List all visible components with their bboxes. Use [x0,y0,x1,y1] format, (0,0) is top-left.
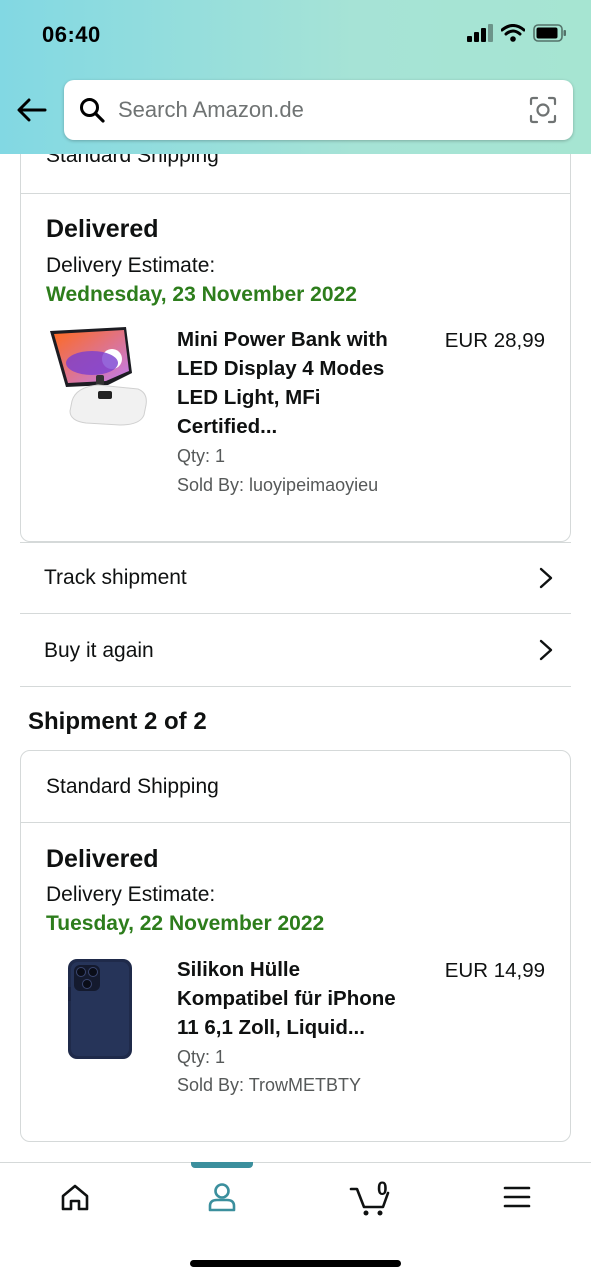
product-title[interactable]: Mini Power Bank with LED Display 4 Modes… [177,325,417,441]
menu-icon [503,1186,531,1213]
shipping-method: Standard Shipping [21,751,570,823]
product-price: EUR 28,99 [444,329,545,352]
product-title-line: Mini Power Bank with [177,328,388,351]
product-title[interactable]: Silikon Hülle Kompatibel für iPhone 11 6… [177,955,427,1042]
product-title-line: Certified... [177,415,278,438]
battery-icon [533,24,567,47]
track-shipment-row[interactable]: Track shipment [20,542,571,614]
profile-icon [207,1182,237,1217]
camera-scan-icon[interactable] [529,96,557,124]
status-time: 06:40 [42,22,101,47]
buy-it-again-row[interactable]: Buy it again [20,615,571,687]
back-arrow-icon [17,98,47,127]
delivery-estimate-label: Delivery Estimate: [46,254,216,277]
bottom-navigation: 0 [0,1162,591,1280]
signal-icon [467,24,493,47]
product-seller: Sold By: luoyipeimaoyieu [177,475,379,495]
home-icon [60,1183,90,1216]
delivery-status: Delivered [46,215,159,243]
product-title-line: 11 6,1 Zoll, Liquid... [177,1016,365,1039]
search-bar[interactable] [64,80,573,140]
product-seller: Sold By: TrowMETBTY [177,1075,362,1095]
delivery-status: Delivered [46,845,159,873]
app-header: 06:40 [0,0,591,154]
cart-count: 0 [377,1179,388,1200]
buy-it-again-label: Buy it again [44,638,154,662]
product-price: EUR 14,99 [444,959,545,982]
shipment-2-heading: Shipment 2 of 2 [28,708,207,735]
nav-menu[interactable] [487,1177,547,1221]
delivery-estimate-date: Tuesday, 22 November 2022 [46,912,325,935]
shipment-2-card: Standard Shipping Delivered Delivery Est… [20,750,571,1142]
delivery-estimate-label: Delivery Estimate: [46,883,216,906]
search-input[interactable] [118,97,498,123]
track-shipment-label: Track shipment [44,566,187,589]
product-title-line: LED Light, MFi [177,386,321,409]
product-title-line: LED Display 4 Modes [177,357,385,380]
home-indicator [190,1260,401,1267]
delivery-estimate-date: Wednesday, 23 November 2022 [46,283,357,306]
shipment-1-card: Standard Shipping Delivered Delivery Est… [20,118,571,542]
nav-profile[interactable] [192,1177,252,1221]
product-quantity: Qty: 1 [177,446,226,466]
nav-active-indicator [191,1162,253,1168]
product-quantity: Qty: 1 [177,1047,226,1067]
cart-icon: 0 [349,1179,391,1217]
nav-home[interactable] [45,1177,105,1221]
search-icon [78,96,106,124]
chevron-right-icon [539,567,553,595]
phone-case-image[interactable] [46,957,152,1061]
wifi-icon [500,24,526,47]
power-bank-image[interactable] [46,325,152,429]
shipping-method-label: Standard Shipping [46,774,219,798]
product-title-line: Silikon Hülle [177,958,301,981]
product-title-line: Kompatibel für iPhone [177,987,396,1010]
status-icons [467,24,567,47]
chevron-right-icon [539,639,553,667]
nav-cart[interactable]: 0 [340,1177,400,1221]
back-button[interactable] [14,94,50,130]
